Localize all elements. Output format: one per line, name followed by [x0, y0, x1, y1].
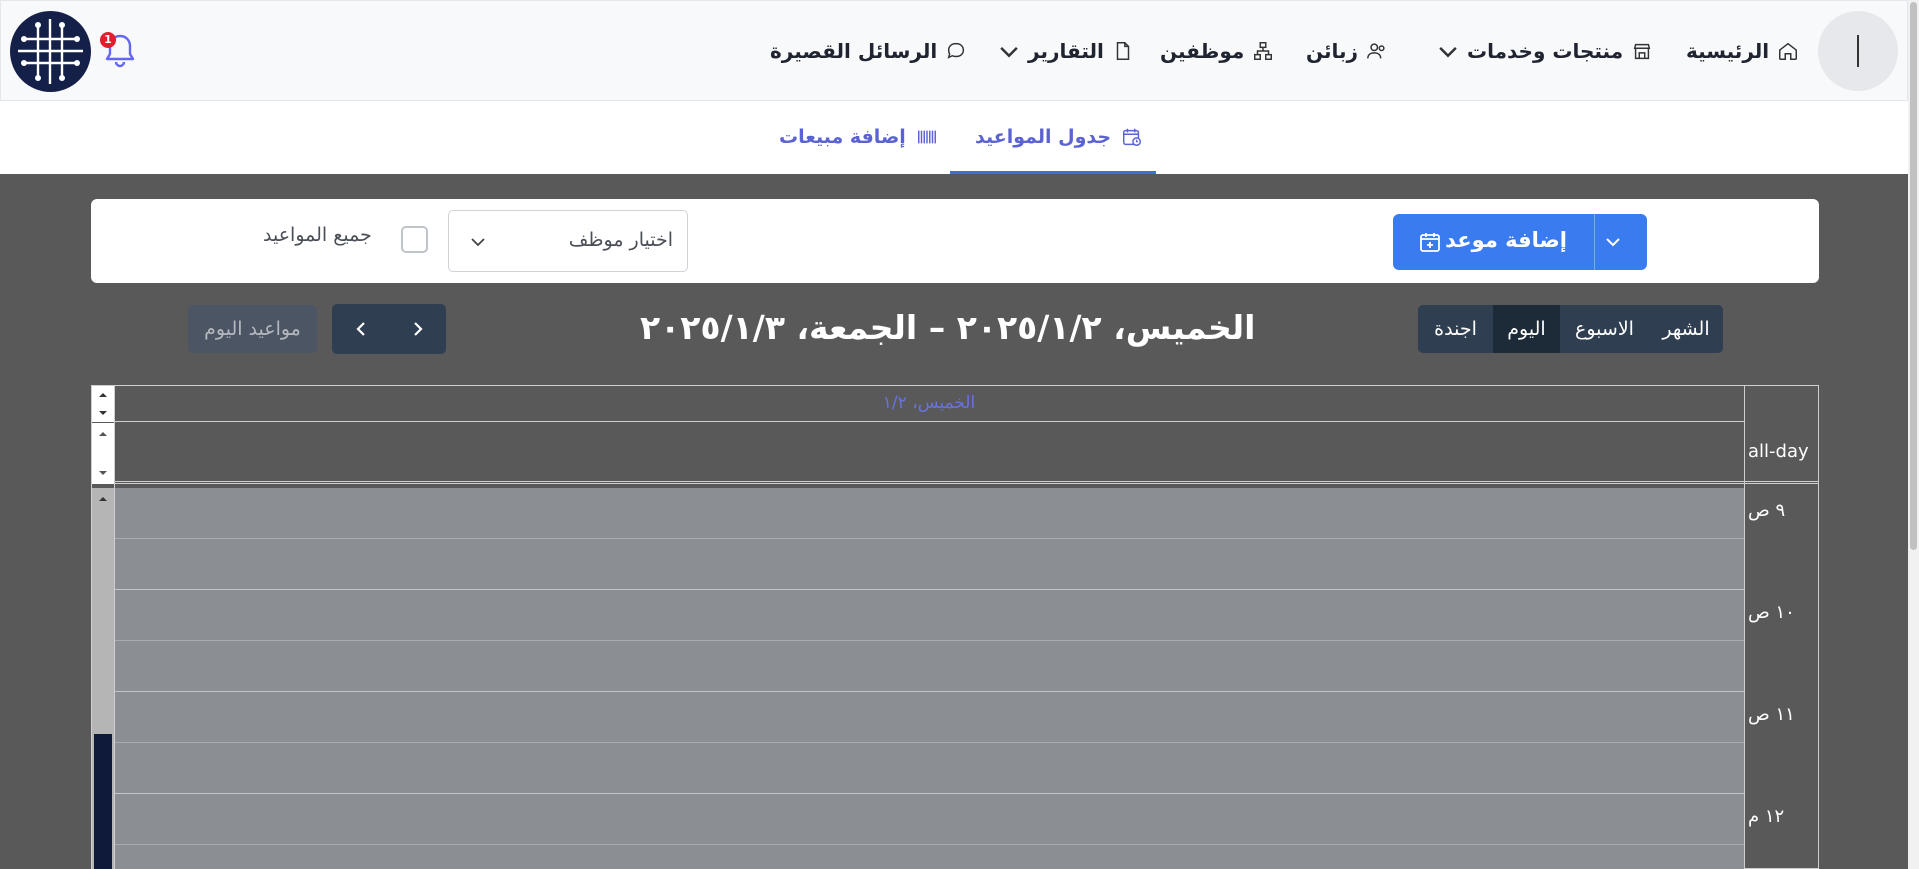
scroll-up-icon[interactable]	[98, 429, 108, 439]
employee-select-value: اختيار موظف	[568, 229, 673, 251]
time-label-11am: ١١ ص	[1748, 704, 1795, 725]
scroll-up-icon[interactable]	[98, 390, 108, 400]
view-week-button[interactable]: الاسبوع	[1560, 305, 1649, 353]
today-button[interactable]: مواعيد اليوم	[188, 305, 317, 353]
user-avatar[interactable]	[1818, 11, 1898, 91]
allday-row[interactable]	[91, 422, 1819, 484]
all-appointments-checkbox[interactable]	[401, 226, 428, 253]
document-icon	[1116, 42, 1130, 60]
previous-button[interactable]	[332, 304, 389, 354]
tab-add-sales-label: إضافة مبيعات	[779, 126, 906, 148]
nav-reports[interactable]: التقارير	[998, 36, 1134, 66]
tabs-bar	[0, 101, 1908, 174]
header-scroll[interactable]	[92, 386, 114, 422]
chevron-left-icon	[355, 322, 365, 336]
add-appointment-label: إضافة موعد	[1445, 228, 1567, 252]
nav-customers-label: زبائن	[1306, 39, 1359, 63]
grid-left-border	[114, 386, 115, 869]
chevron-down-icon	[471, 238, 485, 247]
chevron-right-icon	[413, 322, 423, 336]
tab-add-sales[interactable]: إضافة مبيعات	[779, 122, 938, 152]
org-chart-icon	[1254, 42, 1273, 60]
nav-products[interactable]: منتجات وخدمات	[1437, 36, 1653, 66]
time-label-12pm: ١٢ م	[1748, 806, 1785, 827]
scroll-down-icon[interactable]	[98, 408, 108, 418]
scroll-up-icon[interactable]	[98, 494, 108, 504]
grid-time-divider	[1744, 386, 1745, 869]
chat-bubble-icon	[947, 42, 965, 59]
nav-sms[interactable]: الرسائل القصيرة	[770, 36, 967, 66]
nav-home[interactable]: الرئيسية	[1686, 36, 1799, 66]
chevron-down-icon	[1000, 46, 1018, 58]
allday-scroll[interactable]	[92, 423, 114, 484]
nav-employees-label: موظفين	[1160, 39, 1245, 63]
calendar-clock-icon	[1123, 128, 1142, 146]
day-column-header[interactable]: الخميس، ١/٢	[114, 386, 1744, 422]
date-navigation	[332, 304, 446, 354]
nav-home-label: الرئيسية	[1686, 39, 1770, 63]
page-scrollbar[interactable]	[1908, 0, 1919, 869]
chevron-down-icon[interactable]	[1603, 232, 1623, 252]
view-month-button[interactable]: الشهر	[1649, 305, 1723, 353]
view-day-button[interactable]: اليوم	[1493, 305, 1560, 353]
time-label-9am: ٩ ص	[1748, 500, 1786, 521]
calendar-date-range-title: الخميس، ٢٠٢٥/١/٢ – الجمعة، ٢٠٢٥/١/٣	[640, 308, 1256, 347]
employee-select[interactable]: اختيار موظف	[448, 210, 688, 272]
time-slots[interactable]	[114, 488, 1744, 869]
company-logo[interactable]	[10, 11, 91, 92]
all-appointments-label: جميع المواعيد	[263, 224, 372, 246]
next-button[interactable]	[389, 304, 446, 354]
nav-employees[interactable]: موظفين	[1160, 36, 1274, 66]
time-label-10am: ١٠ ص	[1748, 602, 1795, 623]
notification-badge: 1	[100, 32, 116, 48]
view-switcher: اجندة اليوم الاسبوع الشهر	[1418, 305, 1723, 353]
view-agenda-button[interactable]: اجندة	[1418, 305, 1493, 353]
tab-schedule-label: جدول المواعيد	[975, 126, 1112, 148]
chevron-down-icon	[1439, 46, 1457, 58]
allday-label: all-day	[1748, 441, 1809, 462]
circuit-logo-icon	[18, 19, 83, 84]
scrollbar-thumb[interactable]	[1910, 2, 1917, 550]
nav-reports-label: التقارير	[1028, 39, 1104, 63]
day-header-label: الخميس، ١/٢	[882, 393, 976, 413]
nav-sms-label: الرسائل القصيرة	[770, 39, 938, 63]
scrollbar-thumb[interactable]	[94, 734, 112, 869]
nav-customers[interactable]: زبائن	[1306, 36, 1388, 66]
time-grid-scrollbar[interactable]	[92, 488, 114, 869]
calendar-plus-icon	[1420, 233, 1440, 252]
users-icon	[1367, 43, 1385, 59]
store-icon	[1633, 43, 1651, 60]
home-icon	[1779, 42, 1798, 60]
barcode-icon	[917, 130, 936, 144]
scroll-down-icon[interactable]	[98, 468, 108, 478]
tab-schedule[interactable]: جدول المواعيد	[975, 122, 1143, 152]
nav-products-label: منتجات وخدمات	[1467, 39, 1624, 63]
